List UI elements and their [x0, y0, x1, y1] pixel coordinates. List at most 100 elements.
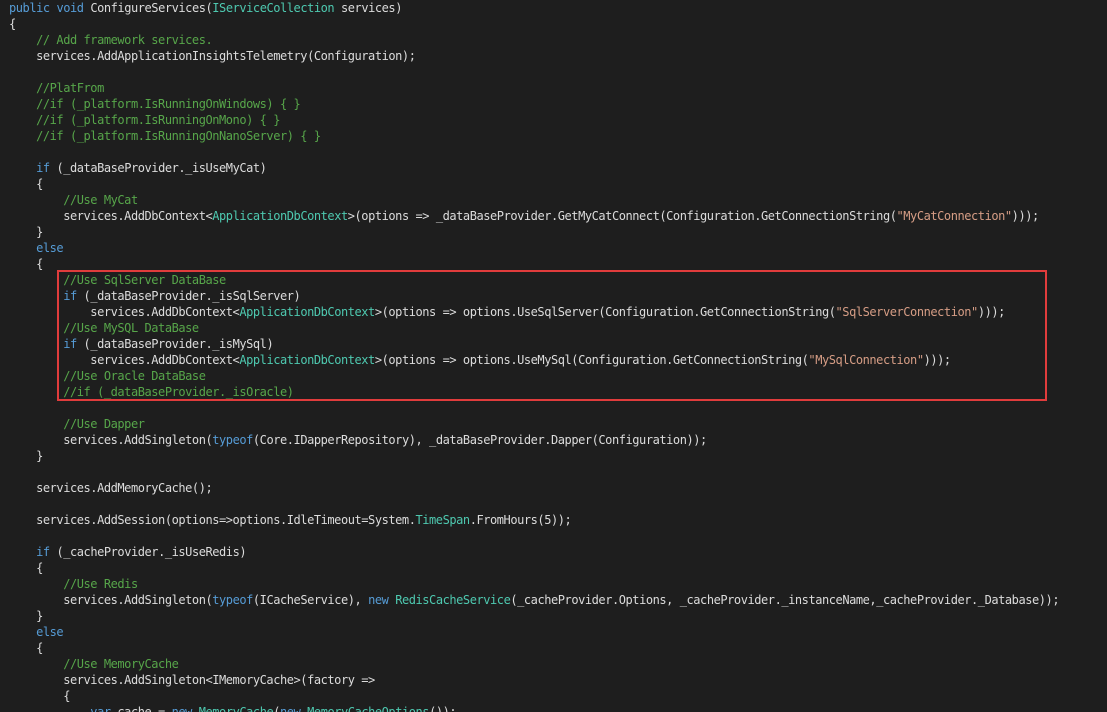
- code-token: if: [63, 337, 77, 351]
- code-line[interactable]: {: [9, 688, 70, 704]
- code-line[interactable]: {: [9, 16, 16, 32]
- code-token: TimeSpan: [415, 513, 470, 527]
- code-token: if: [63, 289, 77, 303]
- code-line[interactable]: {: [9, 176, 43, 192]
- code-token: {: [9, 257, 43, 271]
- code-token: "MyCatConnection": [896, 209, 1013, 223]
- code-line[interactable]: var cache = new MemoryCache(new MemoryCa…: [9, 704, 456, 712]
- code-line[interactable]: //Use MySQL DataBase: [9, 320, 199, 336]
- code-line[interactable]: //if (_platform.IsRunningOnNanoServer) {…: [9, 128, 321, 144]
- code-line[interactable]: }: [9, 608, 43, 624]
- code-token: ());: [429, 705, 457, 712]
- code-token: services.AddDbContext<: [9, 305, 240, 319]
- code-line[interactable]: // Add framework services.: [9, 32, 213, 48]
- code-line[interactable]: if (_cacheProvider._isUseRedis): [9, 544, 246, 560]
- code-token: if: [36, 545, 50, 559]
- code-token: >(options => options.UseMySql(Configurat…: [374, 353, 809, 367]
- code-token: }: [9, 609, 43, 623]
- code-line[interactable]: services.AddMemoryCache();: [9, 480, 213, 496]
- code-line[interactable]: services.AddDbContext<ApplicationDbConte…: [9, 304, 1005, 320]
- code-line[interactable]: //if (_platform.IsRunningOnMono) { }: [9, 112, 280, 128]
- code-line[interactable]: //if (_dataBaseProvider._isOracle): [9, 384, 294, 400]
- code-token: (ICacheService),: [252, 593, 369, 607]
- code-line[interactable]: services.AddSingleton(typeof(Core.IDappe…: [9, 432, 707, 448]
- code-token: {: [9, 177, 43, 191]
- code-line[interactable]: services.AddSingleton<IMemoryCache>(fact…: [9, 672, 375, 688]
- code-token: //Use MySQL DataBase: [9, 321, 199, 335]
- code-token: //Use MemoryCache: [9, 657, 179, 671]
- code-line[interactable]: {: [9, 560, 43, 576]
- code-token: {: [9, 17, 16, 31]
- code-token: (_dataBaseProvider._isMySql): [76, 337, 274, 351]
- code-line[interactable]: if (_dataBaseProvider._isUseMyCat): [9, 160, 267, 176]
- code-token: var: [90, 705, 111, 712]
- code-line[interactable]: else: [9, 240, 64, 256]
- code-token: public: [9, 1, 50, 15]
- code-token: >(options => options.UseSqlServer(Config…: [374, 305, 836, 319]
- code-token: ApplicationDbContext: [239, 305, 375, 319]
- code-line[interactable]: }: [9, 448, 43, 464]
- code-line[interactable]: services.AddDbContext<ApplicationDbConte…: [9, 208, 1039, 224]
- code-line[interactable]: //Use Dapper: [9, 416, 145, 432]
- code-line[interactable]: //Use Oracle DataBase: [9, 368, 206, 384]
- code-line[interactable]: {: [9, 256, 43, 272]
- code-token: cache =: [110, 705, 172, 712]
- code-line[interactable]: //Use SqlServer DataBase: [9, 272, 226, 288]
- code-token: typeof: [212, 433, 253, 447]
- code-token: >(options => _dataBaseProvider.GetMyCatC…: [347, 209, 897, 223]
- code-token: //if (_platform.IsRunningOnWindows) { }: [9, 97, 301, 111]
- code-line[interactable]: }: [9, 224, 43, 240]
- code-line[interactable]: services.AddSession(options=>options.Idl…: [9, 512, 572, 528]
- code-token: new: [171, 705, 193, 712]
- code-token: (_dataBaseProvider._isSqlServer): [76, 289, 301, 303]
- code-token: //Use SqlServer DataBase: [9, 273, 226, 287]
- code-line[interactable]: //Use MyCat: [9, 192, 138, 208]
- code-token: new: [280, 705, 301, 712]
- code-token: )));: [1011, 209, 1040, 223]
- code-token: services.AddDbContext<: [9, 209, 213, 223]
- code-line[interactable]: //PlatFrom: [9, 80, 104, 96]
- code-token: (Core.IDapperRepository), _dataBaseProvi…: [252, 433, 707, 447]
- code-token: .FromHours(5));: [469, 513, 572, 527]
- code-line[interactable]: if (_dataBaseProvider._isMySql): [9, 336, 273, 352]
- code-token: services): [334, 1, 402, 15]
- code-line[interactable]: if (_dataBaseProvider._isSqlServer): [9, 288, 301, 304]
- code-token: //Use MyCat: [9, 193, 138, 207]
- code-token: RedisCacheService: [395, 593, 511, 607]
- code-token: // Add framework services.: [9, 33, 213, 47]
- code-line[interactable]: services.AddApplicationInsightsTelemetry…: [9, 48, 416, 64]
- code-token: if: [36, 161, 50, 175]
- code-token: services.AddSingleton(: [9, 433, 213, 447]
- code-line[interactable]: //if (_platform.IsRunningOnWindows) { }: [9, 96, 301, 112]
- code-line[interactable]: services.AddDbContext<ApplicationDbConte…: [9, 352, 951, 368]
- code-token: ApplicationDbContext: [212, 209, 348, 223]
- code-token: IServiceCollection: [212, 1, 335, 15]
- code-line[interactable]: //Use Redis: [9, 576, 138, 592]
- code-line[interactable]: public void ConfigureServices(IServiceCo…: [9, 0, 402, 16]
- code-token: //if (_platform.IsRunningOnMono) { }: [9, 113, 280, 127]
- code-token: else: [36, 241, 64, 255]
- code-line[interactable]: else: [9, 624, 64, 640]
- code-token: //if (_platform.IsRunningOnNanoServer) {…: [9, 129, 321, 143]
- code-token: ApplicationDbContext: [239, 353, 375, 367]
- code-line[interactable]: //Use MemoryCache: [9, 656, 179, 672]
- code-token: //Use Oracle DataBase: [9, 369, 206, 383]
- code-token: (_dataBaseProvider._isUseMyCat): [49, 161, 267, 175]
- code-line[interactable]: services.AddSingleton(typeof(ICacheServi…: [9, 592, 1059, 608]
- code-line[interactable]: {: [9, 640, 43, 656]
- code-token: typeof: [212, 593, 253, 607]
- code-token: (: [273, 705, 281, 712]
- code-token: {: [9, 561, 43, 575]
- code-token: //Use Redis: [9, 577, 138, 591]
- code-token: ConfigureServices(: [83, 1, 213, 15]
- code-token: "MySqlConnection": [808, 353, 924, 367]
- code-token: services.AddApplicationInsightsTelemetry…: [9, 49, 416, 63]
- code-editor[interactable]: public void ConfigureServices(IServiceCo…: [0, 0, 1107, 712]
